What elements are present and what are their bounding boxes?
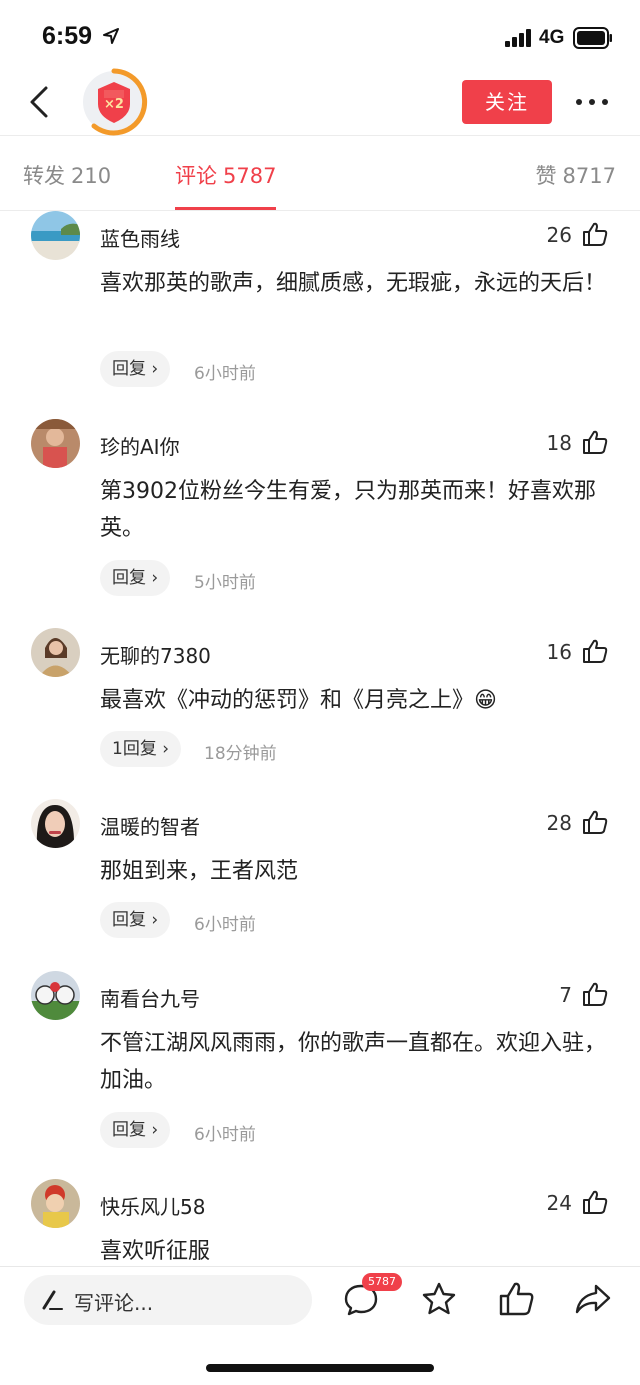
comment-item: 无聊的7380 16 最喜欢《冲动的惩罚》和《月亮之上》😁 1回复 › 18分钟… (0, 628, 640, 788)
comment-username[interactable]: 温暖的智者 (100, 811, 200, 840)
avatar[interactable] (31, 799, 80, 848)
back-arrow-icon[interactable] (22, 82, 58, 122)
comment-text: 喜欢听征服 (100, 1239, 211, 1264)
comment-item: 蓝色雨线 26 喜欢那英的歌声，细腻质感，无瑕疵，永远的天后！ 回复 › 6小时… (0, 211, 640, 411)
comment-time: 6小时前 (194, 915, 256, 935)
avatar[interactable] (31, 1179, 80, 1228)
tab-like[interactable]: 赞 8717 (536, 160, 616, 190)
tab-comment-label: 评论 (175, 164, 217, 188)
comment-like-count: 7 (559, 983, 572, 1007)
star-icon[interactable] (420, 1280, 458, 1318)
comment-username[interactable]: 珍的AI你 (100, 431, 180, 460)
battery-icon (573, 27, 612, 49)
bottom-action-bar: 写评论... 5787 (0, 1266, 640, 1385)
avatar[interactable] (31, 971, 80, 1020)
thumbs-up-icon[interactable] (582, 429, 608, 455)
user-avatar-badge[interactable]: ×2 (80, 68, 148, 136)
reply-label: 回复 (112, 568, 146, 588)
comment-text: 最喜欢《冲动的惩罚》和《月亮之上》😁 (100, 688, 497, 713)
tab-forward-label: 转发 (23, 164, 65, 188)
thumbs-up-icon[interactable] (582, 1189, 608, 1215)
write-comment-input[interactable]: 写评论... (24, 1275, 312, 1325)
comment-time: 6小时前 (194, 364, 256, 384)
avatar[interactable] (31, 419, 80, 468)
location-arrow-icon (103, 28, 119, 44)
comment-time: 6小时前 (194, 1125, 256, 1145)
comment-username[interactable]: 快乐风儿58 (100, 1191, 205, 1220)
thumbs-up-icon[interactable] (497, 1280, 535, 1318)
comment-item: 快乐风儿58 24 喜欢听征服 (0, 1179, 640, 1265)
network-type: 4G (539, 27, 565, 48)
reply-label: 回复 (112, 910, 146, 930)
double-points-badge-icon: ×2 (83, 68, 148, 136)
avatar[interactable] (31, 628, 80, 677)
reply-button[interactable]: 回复 › (100, 902, 171, 938)
active-tab-indicator (175, 207, 276, 210)
write-comment-placeholder: 写评论... (74, 1291, 154, 1315)
follow-button[interactable]: 关注 (462, 80, 552, 124)
comment-like-count: 26 (546, 223, 572, 247)
comment-username[interactable]: 蓝色雨线 (100, 223, 180, 252)
badge-text: ×2 (104, 97, 124, 112)
tab-bar: 转发 210 评论 5787 赞 8717 (0, 136, 640, 211)
header: ×2 关注 (0, 68, 640, 136)
comment-count-badge: 5787 (362, 1273, 402, 1291)
pen-icon (42, 1290, 63, 1310)
comment-username[interactable]: 无聊的7380 (100, 640, 211, 669)
thumbs-up-icon[interactable] (582, 981, 608, 1007)
comment-like-count: 24 (546, 1191, 572, 1215)
status-bar: 6:59 4G (0, 0, 640, 70)
status-time: 6:59 (42, 22, 93, 50)
comment-item: 南看台九号 7 不管江湖风风雨雨，你的歌声一直都在。欢迎入驻，加油。 回复 › … (0, 971, 640, 1171)
reply-button[interactable]: 回复 › (100, 560, 171, 596)
signal-icon (505, 29, 531, 47)
comment-like-count: 16 (546, 640, 572, 664)
comment-like-count: 18 (546, 431, 572, 455)
thumbs-up-icon[interactable] (582, 221, 608, 247)
comment-item: 珍的AI你 18 第3902位粉丝今生有爱，只为那英而来！好喜欢那英。 回复 ›… (0, 419, 640, 619)
avatar[interactable] (31, 211, 80, 260)
home-indicator[interactable] (206, 1364, 434, 1372)
more-dots-icon[interactable] (574, 88, 610, 116)
thumbs-up-icon[interactable] (582, 809, 608, 835)
comment-time: 5小时前 (194, 573, 256, 593)
tab-forward-count: 210 (71, 164, 112, 188)
reply-button[interactable]: 1回复 › (100, 731, 182, 767)
tab-like-count: 8717 (562, 164, 616, 188)
reply-label: 回复 (112, 1120, 146, 1140)
comment-like-count: 28 (546, 811, 572, 835)
tab-comment[interactable]: 评论 5787 (175, 160, 276, 190)
tab-forward[interactable]: 转发 210 (23, 160, 111, 190)
tab-comment-count: 5787 (223, 164, 277, 188)
comment-text: 那姐到来，王者风范 (100, 859, 299, 884)
comment-list: 蓝色雨线 26 喜欢那英的歌声，细腻质感，无瑕疵，永远的天后！ 回复 › 6小时… (0, 211, 640, 1265)
comment-text: 不管江湖风风雨雨，你的歌声一直都在。欢迎入驻，加油。 (100, 1031, 607, 1093)
reply-button[interactable]: 回复 › (100, 1112, 171, 1148)
reply-label: 1回复 (112, 739, 157, 759)
tab-like-label: 赞 (535, 164, 557, 188)
reply-button[interactable]: 回复 › (100, 351, 171, 387)
comment-username[interactable]: 南看台九号 (100, 983, 200, 1012)
share-icon[interactable] (574, 1280, 612, 1318)
comment-item: 温暖的智者 28 那姐到来，王者风范 回复 › 6小时前 (0, 799, 640, 959)
thumbs-up-icon[interactable] (582, 638, 608, 664)
comment-text: 喜欢那英的歌声，细腻质感，无瑕疵，永远的天后！ (100, 271, 607, 296)
comment-time: 18分钟前 (204, 744, 277, 764)
reply-label: 回复 (112, 359, 146, 379)
comment-text: 第3902位粉丝今生有爱，只为那英而来！好喜欢那英。 (100, 479, 596, 541)
